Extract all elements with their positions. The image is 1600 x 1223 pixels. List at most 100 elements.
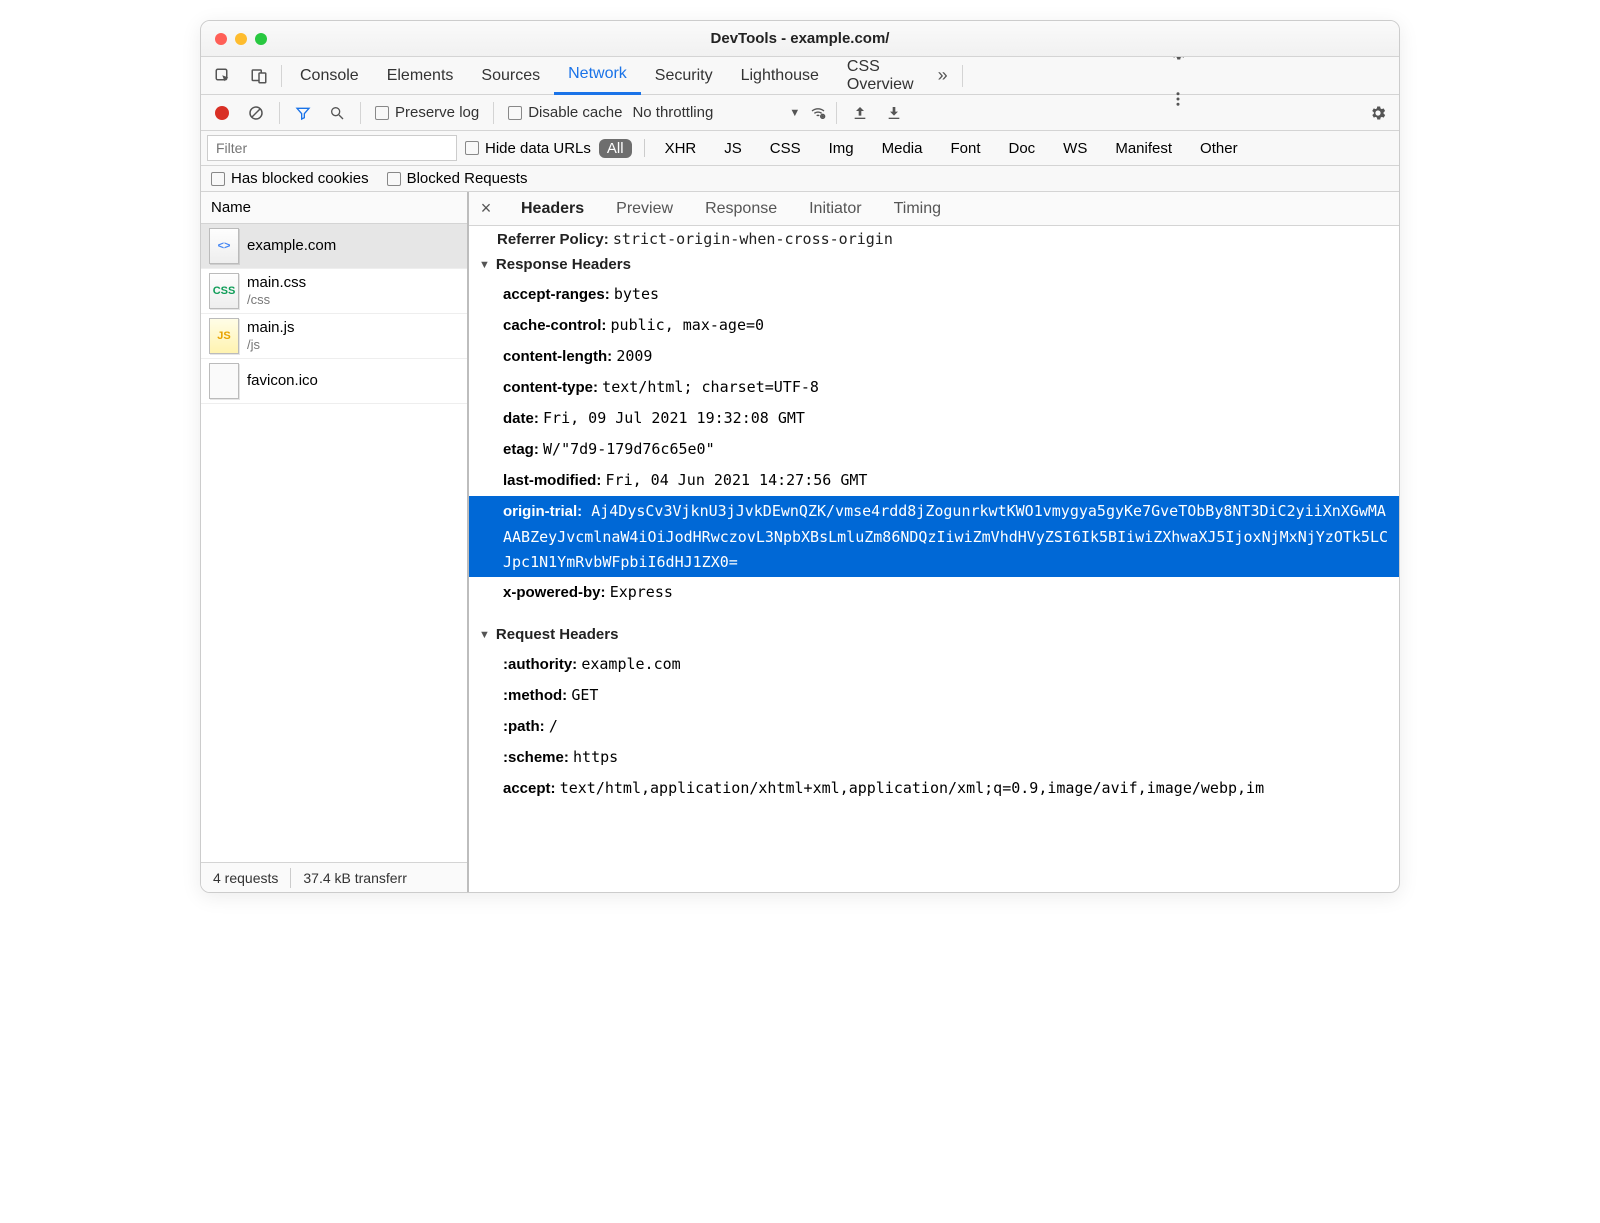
header-value: Fri, 04 Jun 2021 14:27:56 GMT — [606, 471, 868, 489]
tab-elements[interactable]: Elements — [373, 57, 468, 95]
detail-tab-preview[interactable]: Preview — [602, 192, 687, 226]
type-filter-manifest[interactable]: Manifest — [1107, 139, 1180, 158]
close-detail-button[interactable]: × — [469, 198, 503, 219]
type-filter-other[interactable]: Other — [1192, 139, 1246, 158]
detail-tab-response[interactable]: Response — [691, 192, 791, 226]
type-filter-css[interactable]: CSS — [762, 139, 809, 158]
preserve-log-checkbox[interactable]: Preserve log — [369, 104, 485, 121]
request-row[interactable]: CSSmain.css/css — [201, 269, 467, 314]
inspect-icon[interactable] — [205, 57, 241, 95]
header-value: / — [549, 717, 558, 735]
separator — [962, 65, 963, 87]
separator — [279, 102, 280, 124]
header-key: date: — [503, 410, 543, 427]
zoom-window-button[interactable] — [255, 33, 267, 45]
header-row: accept: text/html,application/xhtml+xml,… — [469, 773, 1399, 804]
close-window-button[interactable] — [215, 33, 227, 45]
tab-security[interactable]: Security — [641, 57, 727, 95]
header-row: cache-control: public, max-age=0 — [469, 310, 1399, 341]
throttling-value: No throttling — [632, 104, 713, 121]
type-filter-js[interactable]: JS — [716, 139, 750, 158]
type-filter-media[interactable]: Media — [874, 139, 931, 158]
request-row[interactable]: JSmain.js/js — [201, 314, 467, 359]
hide-data-urls-checkbox[interactable]: Hide data URLs — [465, 140, 591, 157]
filter-toggle-icon[interactable] — [288, 95, 318, 131]
header-value: W/"7d9-179d76c65e0" — [543, 440, 715, 458]
tab-lighthouse[interactable]: Lighthouse — [727, 57, 833, 95]
wifi-icon[interactable] — [808, 105, 828, 121]
separator — [360, 102, 361, 124]
type-filter-doc[interactable]: Doc — [1000, 139, 1043, 158]
preserve-log-label: Preserve log — [395, 104, 479, 121]
panel-settings-icon[interactable] — [1363, 95, 1393, 131]
header-row: x-powered-by: Express — [469, 577, 1399, 608]
separator — [493, 102, 494, 124]
minimize-window-button[interactable] — [235, 33, 247, 45]
tab-sources[interactable]: Sources — [467, 57, 554, 95]
header-key: x-powered-by: — [503, 584, 606, 601]
type-filter-ws[interactable]: WS — [1055, 139, 1095, 158]
disclosure-triangle-icon: ▼ — [479, 629, 490, 641]
filter-bar: Hide data URLs All XHR JS CSS Img Media Font Do… — [201, 131, 1399, 166]
window-title: DevTools - example.com/ — [201, 30, 1399, 47]
header-value: Aj4DysCv3VjknU3jJvkDEwnQZK/vmse4rdd8jZog… — [503, 502, 1388, 571]
type-filter-font[interactable]: Font — [942, 139, 988, 158]
record-button[interactable] — [207, 95, 237, 131]
throttling-select[interactable]: No throttling ▼ — [632, 104, 828, 121]
type-filter-row: All XHR JS CSS Img Media Font Doc WS Manifest Othe… — [599, 139, 1246, 158]
header-key: last-modified: — [503, 472, 606, 489]
main-tabstrip: ConsoleElementsSourcesNetworkSecurityLig… — [201, 57, 1399, 95]
header-key: accept: — [503, 780, 560, 797]
download-har-icon[interactable] — [879, 95, 909, 131]
response-headers-section[interactable]: ▼ Response Headers — [469, 250, 1399, 279]
blocked-requests-checkbox[interactable]: Blocked Requests — [387, 170, 528, 187]
header-row: :authority: example.com — [469, 649, 1399, 680]
column-header-name[interactable]: Name — [201, 192, 467, 224]
truncated-header-row: Referrer Policy: strict-origin-when-cros… — [469, 230, 1399, 250]
disable-cache-label: Disable cache — [528, 104, 622, 121]
detail-tabstrip: × HeadersPreviewResponseInitiatorTiming — [469, 192, 1399, 226]
type-filter-xhr[interactable]: XHR — [657, 139, 705, 158]
detail-body[interactable]: Referrer Policy: strict-origin-when-cros… — [469, 226, 1399, 892]
request-name: main.js — [247, 319, 295, 337]
request-row[interactable]: favicon.ico — [201, 359, 467, 404]
kebab-menu-icon[interactable] — [1160, 80, 1196, 118]
header-row: last-modified: Fri, 04 Jun 2021 14:27:56… — [469, 465, 1399, 496]
more-tabs-button[interactable]: » — [928, 65, 958, 86]
header-value: Fri, 09 Jul 2021 19:32:08 GMT — [543, 409, 805, 427]
request-name: example.com — [247, 237, 336, 255]
file-icon: <> — [209, 228, 239, 264]
response-headers-list: accept-ranges: bytescache-control: publi… — [469, 279, 1399, 496]
filter-input[interactable] — [207, 135, 457, 161]
header-key: content-length: — [503, 348, 616, 365]
detail-tab-headers[interactable]: Headers — [507, 192, 598, 226]
tab-network[interactable]: Network — [554, 57, 641, 95]
search-icon[interactable] — [322, 95, 352, 131]
header-value: text/html; charset=UTF-8 — [602, 378, 819, 396]
tab-css-overview[interactable]: CSS Overview — [833, 57, 928, 95]
header-row: content-type: text/html; charset=UTF-8 — [469, 372, 1399, 403]
request-name: main.css — [247, 274, 306, 292]
header-key: :path: — [503, 718, 549, 735]
header-key: cache-control: — [503, 317, 611, 334]
hide-data-urls-label: Hide data URLs — [485, 140, 591, 157]
header-row: etag: W/"7d9-179d76c65e0" — [469, 434, 1399, 465]
tab-console[interactable]: Console — [286, 57, 373, 95]
header-row-origin-trial[interactable]: origin-trial: Aj4DysCv3VjknU3jJvkDEwnQZK… — [469, 496, 1399, 577]
device-toggle-icon[interactable] — [241, 57, 277, 95]
request-headers-section[interactable]: ▼ Request Headers — [469, 620, 1399, 649]
request-headers-list: :authority: example.com:method: GET:path… — [469, 649, 1399, 804]
request-row[interactable]: <> example.com — [201, 224, 467, 269]
has-blocked-cookies-checkbox[interactable]: Has blocked cookies — [211, 170, 369, 187]
header-key: Referrer Policy: — [497, 231, 609, 248]
clear-button[interactable] — [241, 95, 271, 131]
upload-har-icon[interactable] — [845, 95, 875, 131]
detail-tab-initiator[interactable]: Initiator — [795, 192, 875, 226]
type-filter-img[interactable]: Img — [821, 139, 862, 158]
header-row: :scheme: https — [469, 742, 1399, 773]
detail-tab-timing[interactable]: Timing — [880, 192, 955, 226]
type-filter-all[interactable]: All — [599, 139, 632, 158]
disable-cache-checkbox[interactable]: Disable cache — [502, 104, 628, 121]
header-value: Express — [610, 583, 673, 601]
header-key: origin-trial: — [503, 503, 582, 520]
